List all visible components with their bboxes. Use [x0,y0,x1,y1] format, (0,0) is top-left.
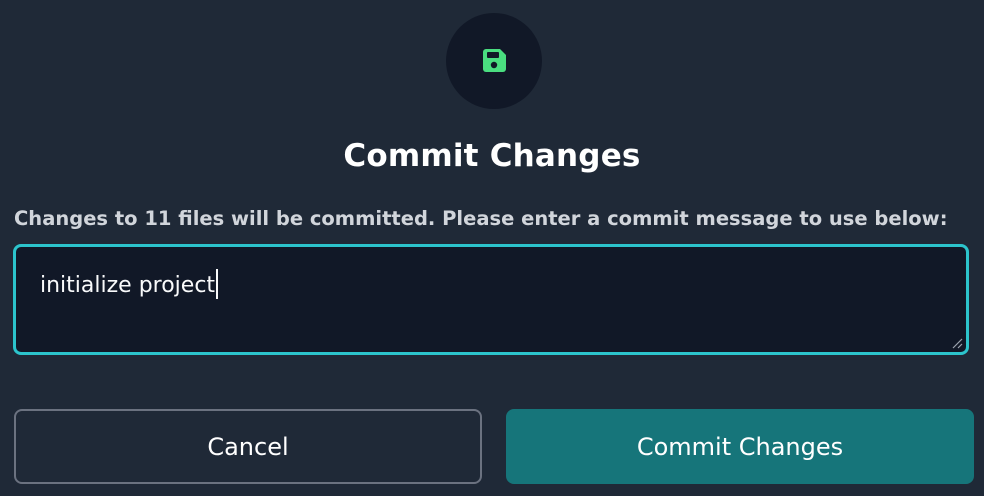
resize-handle-icon[interactable] [951,337,963,349]
commit-message-text: initialize project [40,273,216,298]
commit-dialog: Commit Changes Changes to 11 files will … [0,0,984,496]
commit-changes-button[interactable]: Commit Changes [506,409,974,484]
save-icon-badge [446,13,542,109]
commit-message-input[interactable]: initialize project [13,244,969,355]
dialog-title: Commit Changes [343,138,641,174]
commit-instructions: Changes to 11 files will be committed. P… [14,207,948,230]
save-icon [483,49,506,72]
text-caret [216,269,219,299]
cancel-button-label: Cancel [207,432,289,461]
commit-button-label: Commit Changes [636,432,844,461]
cancel-button[interactable]: Cancel [14,409,482,484]
